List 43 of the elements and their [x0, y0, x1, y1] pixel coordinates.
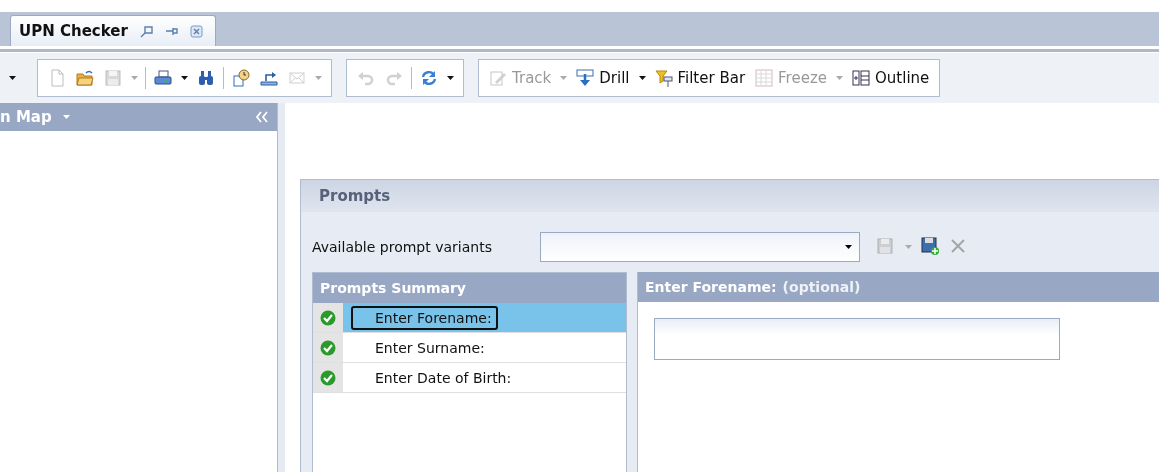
document-icon — [48, 69, 66, 87]
funnel-icon — [654, 69, 673, 87]
caret-icon[interactable] — [446, 75, 455, 81]
variant-dropdown[interactable] — [540, 232, 860, 262]
save-as-icon — [921, 237, 941, 257]
redo-icon — [385, 69, 403, 87]
document-tab[interactable]: UPN Checker — [10, 15, 216, 46]
grid-icon — [755, 69, 774, 87]
prompt-title: Enter Forename: — [645, 278, 777, 297]
summary-header: Prompts Summary — [313, 273, 626, 303]
clock-document-icon — [232, 69, 250, 87]
caret-icon[interactable] — [180, 75, 189, 81]
refresh-icon — [420, 69, 438, 87]
float-window-icon[interactable] — [139, 24, 153, 38]
tab-title: UPN Checker — [19, 22, 128, 40]
folder-icon — [76, 69, 94, 87]
variant-action-button[interactable] — [921, 237, 941, 257]
panel-title: Prompts — [301, 180, 1159, 212]
collapse-icon[interactable] — [255, 111, 269, 123]
prompt-row[interactable]: Enter Surname: — [313, 333, 626, 363]
edit-document-icon — [489, 69, 507, 87]
toolbar-button[interactable]: Filter Bar — [652, 67, 748, 89]
outline-icon — [852, 69, 870, 87]
binoculars-icon — [197, 69, 215, 87]
toolbar-button[interactable]: Outline — [850, 67, 932, 89]
upload-tray-icon — [260, 69, 278, 87]
prompt-label: Enter Surname: — [374, 338, 486, 358]
optional-note: (optional) — [782, 278, 861, 297]
envelope-icon — [288, 69, 306, 87]
caret-icon[interactable] — [637, 75, 647, 81]
field-label: Available prompt variants — [312, 239, 493, 255]
drill-down-icon — [576, 69, 595, 87]
caret-icon[interactable] — [8, 75, 17, 81]
caret-icon — [844, 244, 853, 250]
close-icon[interactable] — [189, 24, 203, 38]
prompt-label: Enter Forename: — [351, 305, 498, 330]
toolbar-button[interactable] — [230, 67, 252, 89]
toolbar-button[interactable]: Drill — [574, 67, 632, 89]
undo-icon — [357, 69, 375, 87]
answer-field[interactable] — [654, 318, 1060, 360]
printer-icon — [154, 69, 172, 87]
prompt-label: Enter Date of Birth: — [374, 368, 513, 388]
prompt-row[interactable]: Enter Date of Birth: — [313, 363, 626, 393]
